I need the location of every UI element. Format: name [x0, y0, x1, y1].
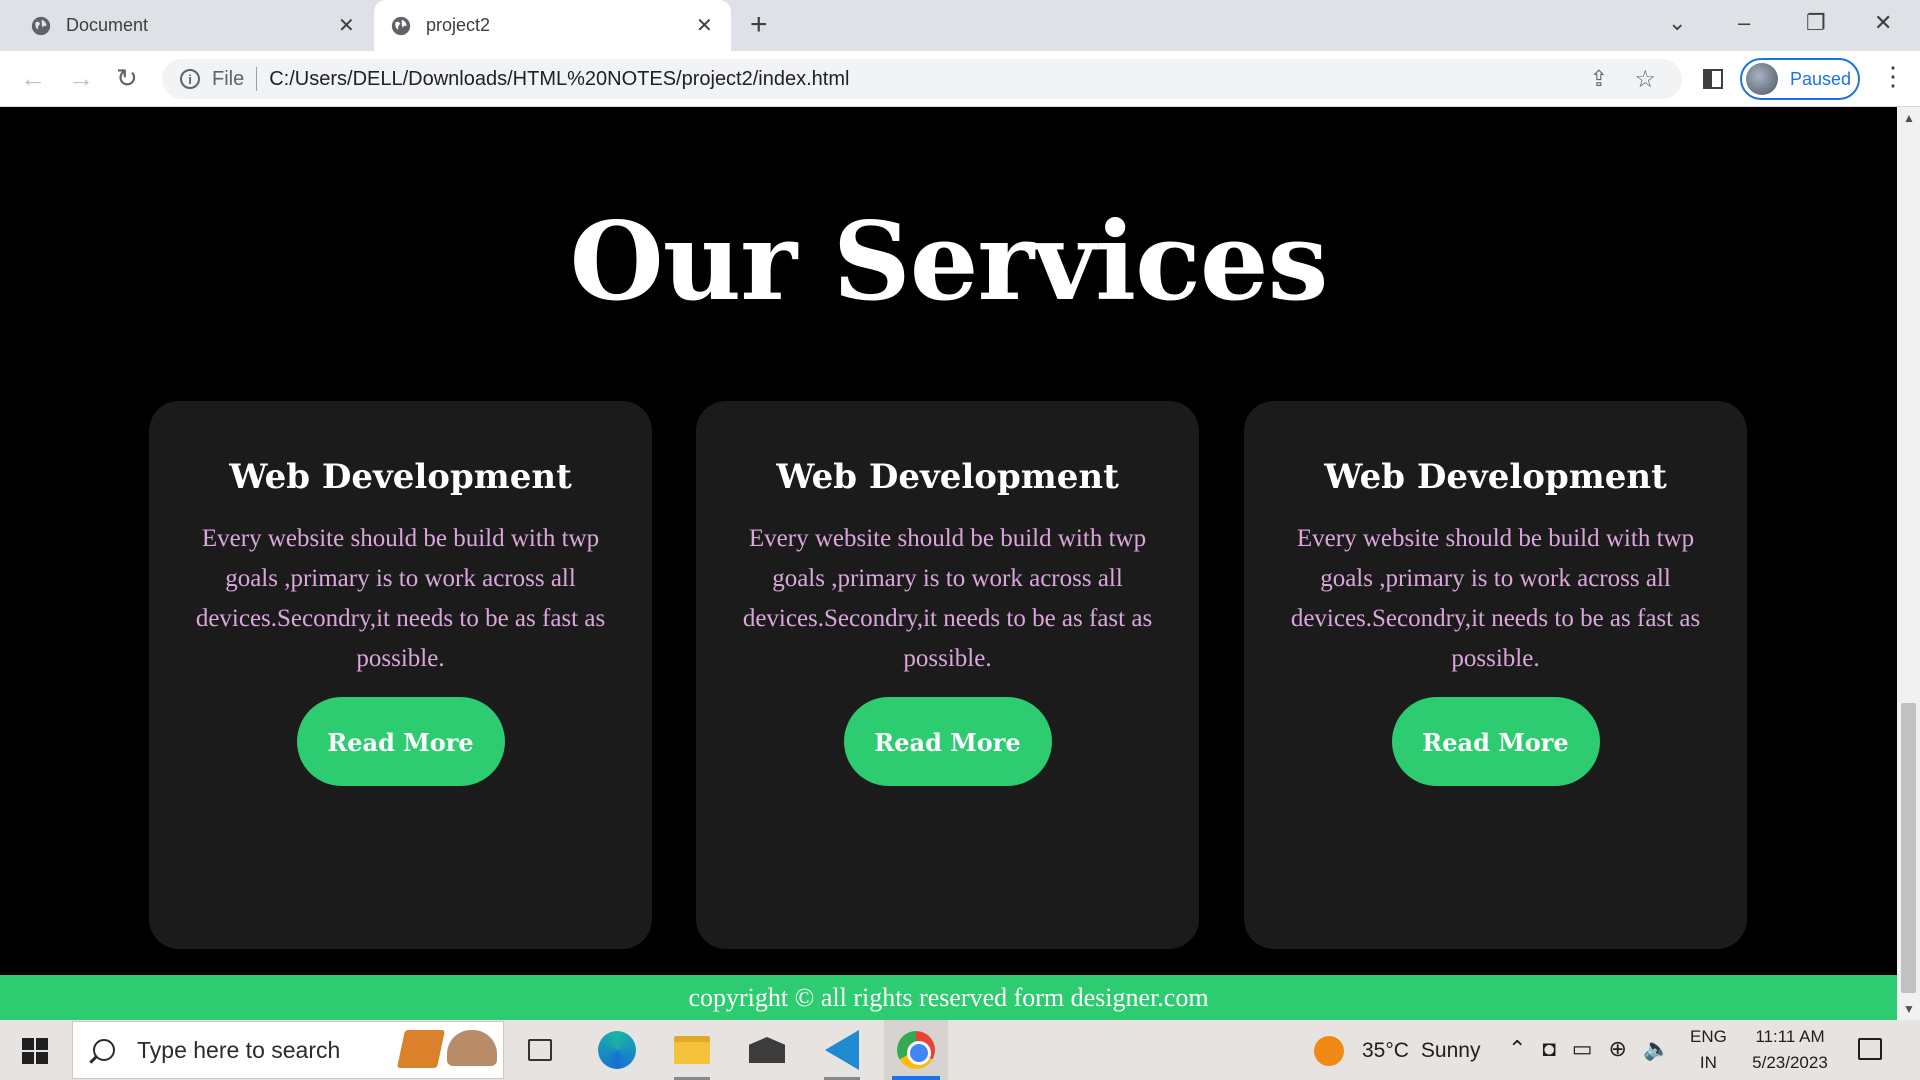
- tab-document[interactable]: Document ✕: [30, 0, 360, 51]
- vscode-icon: [825, 1030, 859, 1070]
- weather-condition: Sunny: [1420, 1039, 1481, 1062]
- search-highlight-illustration: [396, 1030, 497, 1068]
- search-placeholder: Type here to search: [137, 1036, 341, 1063]
- page-viewport: Our Services Web Development Every websi…: [0, 107, 1897, 1020]
- edge-button[interactable]: [585, 1020, 649, 1080]
- read-more-button[interactable]: Read More: [843, 697, 1052, 786]
- close-icon[interactable]: ✕: [696, 13, 713, 38]
- address-bar[interactable]: i File C:/Users/DELL/Downloads/HTML%20NO…: [162, 59, 1682, 99]
- network-globe-icon[interactable]: ⊕: [1609, 1036, 1627, 1062]
- page-title: Our Services: [569, 199, 1329, 325]
- scroll-up-arrow-icon[interactable]: ▲: [1903, 111, 1915, 125]
- task-view-button[interactable]: [508, 1020, 572, 1080]
- tab-title: project2: [426, 15, 491, 35]
- tab-project2[interactable]: project2 ✕: [374, 0, 731, 51]
- card-description: Every website should be build with twp g…: [195, 525, 606, 672]
- volume-icon[interactable]: 🔈: [1643, 1036, 1670, 1062]
- divider: [256, 67, 258, 91]
- new-tab-plus-icon[interactable]: +: [750, 8, 768, 42]
- system-clock[interactable]: 11:11 AM 5/23/2023: [1742, 1024, 1838, 1076]
- card-heading: Web Development: [1324, 457, 1667, 497]
- browser-tab-strip: Document ✕ project2 ✕ + ⌄ – ❐ ✕: [0, 0, 1920, 51]
- bookmark-star-icon[interactable]: ☆: [1634, 65, 1656, 94]
- window-close-icon[interactable]: ✕: [1874, 10, 1892, 36]
- meet-now-icon[interactable]: ◘: [1542, 1036, 1555, 1062]
- copyright-footer: copyright © all rights reserved form des…: [0, 975, 1897, 1020]
- weather-temp: 35°C: [1362, 1039, 1409, 1062]
- vscode-button[interactable]: [810, 1020, 874, 1080]
- reload-icon[interactable]: ↻: [116, 63, 138, 94]
- card-heading: Web Development: [776, 457, 1119, 497]
- edge-icon: [598, 1031, 636, 1069]
- windows-start-icon[interactable]: [22, 1038, 48, 1064]
- page-scrollbar[interactable]: ▲ ▼: [1897, 107, 1920, 1020]
- system-tray: ⌃ ◘ ▭ ⊕ 🔈: [1508, 1036, 1670, 1062]
- file-explorer-button[interactable]: [660, 1020, 724, 1080]
- read-more-button[interactable]: Read More: [1391, 697, 1600, 786]
- chevron-up-icon[interactable]: ⌃: [1508, 1036, 1526, 1062]
- restore-icon[interactable]: ❐: [1806, 10, 1826, 36]
- url-text[interactable]: C:/Users/DELL/Downloads/HTML%20NOTES/pro…: [269, 68, 849, 91]
- back-arrow-icon[interactable]: ←: [20, 63, 46, 94]
- service-card: Web Development Every website should be …: [696, 401, 1199, 949]
- profile-button[interactable]: Paused: [1740, 58, 1860, 100]
- notification-center-icon[interactable]: [1858, 1038, 1882, 1060]
- avatar: [1746, 63, 1778, 95]
- read-more-button[interactable]: Read More: [296, 697, 505, 786]
- region-code: IN: [1699, 1053, 1717, 1072]
- taskbar-search-input[interactable]: Type here to search: [72, 1021, 504, 1079]
- card-description: Every website should be build with twp g…: [1290, 525, 1701, 672]
- battery-icon[interactable]: ▭: [1572, 1036, 1593, 1062]
- tab-title: Document: [66, 15, 149, 35]
- hat-icon: [447, 1030, 497, 1066]
- card-description: Every website should be build with twp g…: [742, 525, 1153, 672]
- windows-taskbar: Type here to search 35°C Sunny ⌃ ◘ ▭ ⊕ 🔈…: [0, 1020, 1920, 1080]
- menu-kebab-icon[interactable]: ⋮: [1880, 61, 1906, 92]
- forward-arrow-icon[interactable]: →: [68, 63, 94, 94]
- browser-toolbar: ← → ↻ i File C:/Users/DELL/Downloads/HTM…: [0, 51, 1920, 107]
- sun-icon: [1314, 1036, 1344, 1066]
- card-heading: Web Development: [229, 457, 572, 497]
- search-icon: [93, 1039, 115, 1061]
- service-card: Web Development Every website should be …: [149, 401, 652, 949]
- clock-date: 5/23/2023: [1752, 1053, 1828, 1072]
- language-code: ENG: [1690, 1027, 1727, 1046]
- side-panel-icon[interactable]: [1703, 69, 1723, 89]
- tab-search-chevron-icon[interactable]: ⌄: [1668, 10, 1686, 36]
- scrollbar-thumb[interactable]: [1901, 703, 1916, 993]
- close-icon[interactable]: ✕: [338, 13, 355, 38]
- language-indicator[interactable]: ENG IN: [1690, 1024, 1727, 1076]
- scroll-down-arrow-icon[interactable]: ▼: [1903, 1002, 1915, 1016]
- chrome-button[interactable]: [884, 1020, 948, 1080]
- share-icon[interactable]: ⇪: [1590, 66, 1608, 92]
- globe-icon: [391, 16, 411, 35]
- scheme-label: File: [212, 67, 245, 90]
- info-icon[interactable]: i: [180, 69, 200, 89]
- file-explorer-icon: [674, 1036, 710, 1064]
- profile-status-label: Paused: [1790, 68, 1852, 89]
- task-view-icon: [528, 1039, 552, 1061]
- minimize-icon[interactable]: –: [1738, 10, 1750, 36]
- weather-widget[interactable]: 35°C Sunny: [1314, 1036, 1480, 1066]
- globe-icon: [31, 16, 51, 35]
- book-icon: [396, 1030, 446, 1068]
- mail-button[interactable]: [735, 1020, 799, 1080]
- service-card: Web Development Every website should be …: [1244, 401, 1747, 949]
- mail-icon: [749, 1037, 785, 1063]
- chrome-icon: [897, 1031, 935, 1069]
- clock-time: 11:11 AM: [1755, 1027, 1825, 1046]
